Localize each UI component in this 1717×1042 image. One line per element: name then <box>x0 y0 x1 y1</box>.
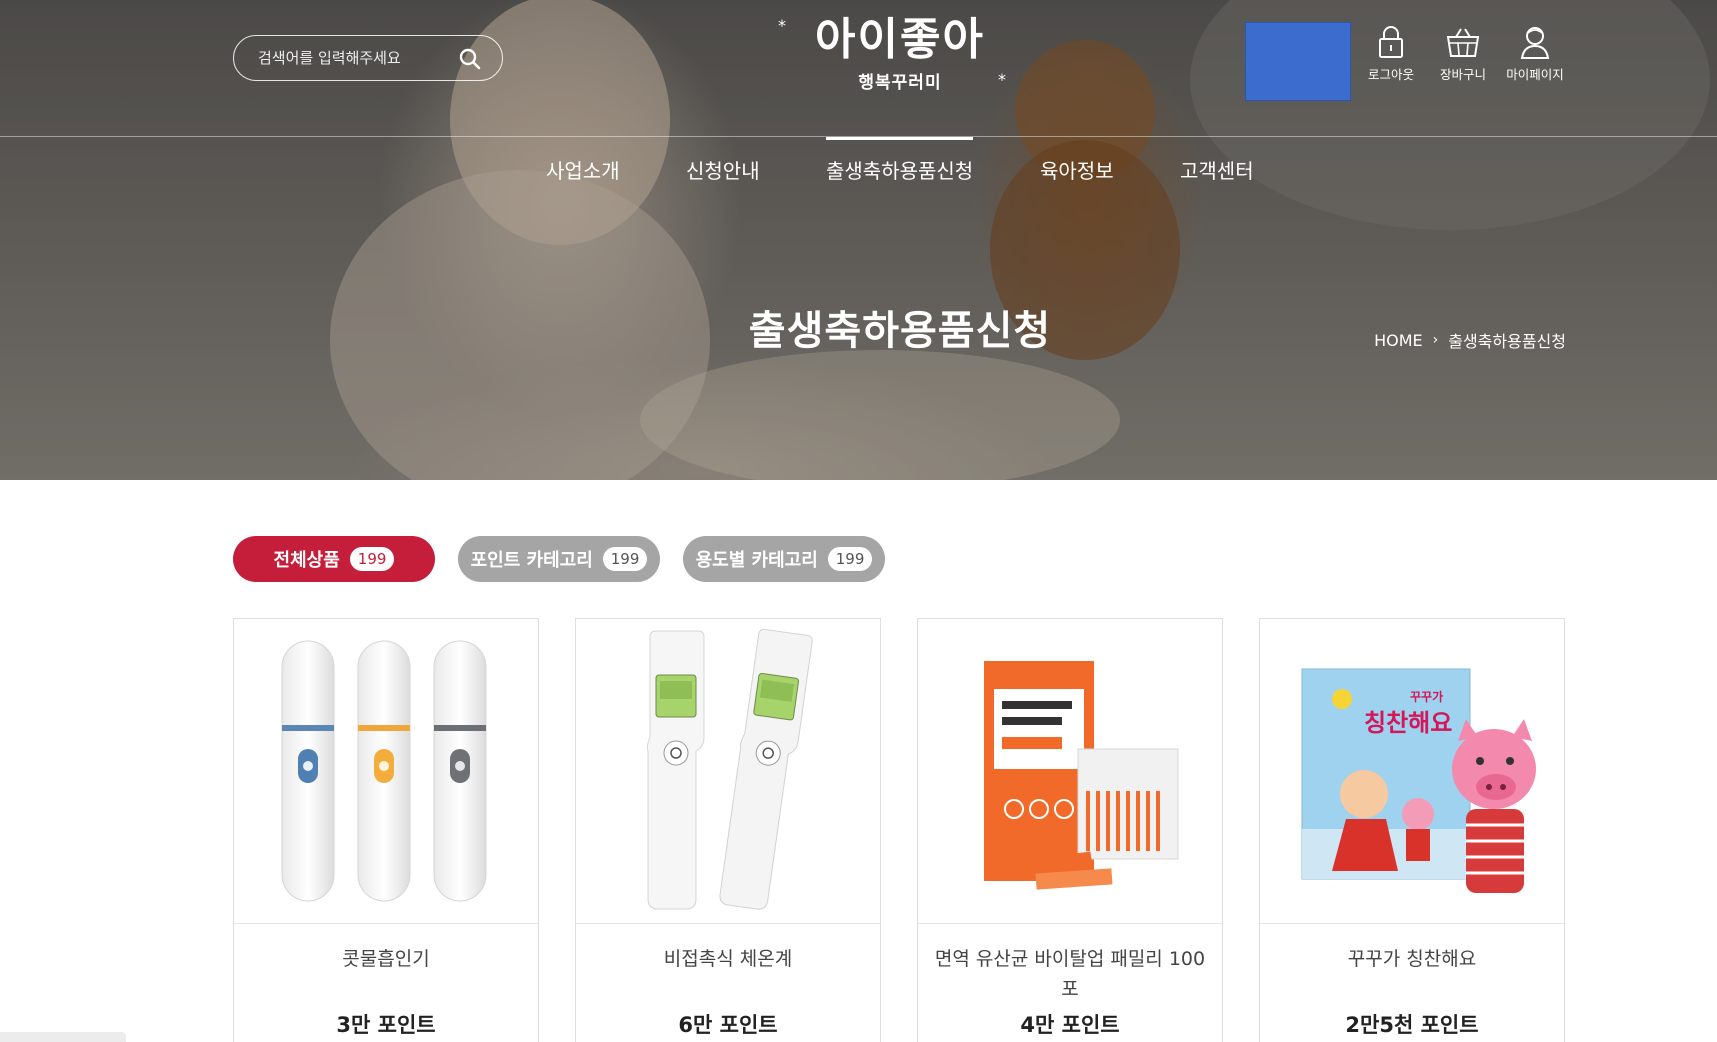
site-logo[interactable]: * 아이좋아 행복꾸러미 * <box>778 14 1020 104</box>
tab-count-badge: 199 <box>827 547 873 571</box>
mypage-label: 마이페이지 <box>1506 67 1564 82</box>
mypage-button[interactable]: 마이페이지 <box>1500 24 1570 83</box>
breadcrumb: HOME › 출생축하용품신청 <box>1374 328 1566 352</box>
breadcrumb-home[interactable]: HOME <box>1374 331 1423 350</box>
tab-all-products[interactable]: 전체상품 199 <box>233 536 435 582</box>
product-name: 비접촉식 체온계 <box>663 948 793 970</box>
search-icon[interactable] <box>458 47 482 71</box>
nav-item-business-intro[interactable]: 사업소개 <box>546 155 620 184</box>
nav-item-customer-center[interactable]: 고객센터 <box>1180 155 1254 184</box>
probiotics-box-image <box>984 661 1179 890</box>
product-points: 3만 포인트 <box>336 1013 436 1037</box>
star-icon: * <box>998 70 1006 89</box>
tab-count-badge: 199 <box>602 547 648 571</box>
svg-text:꾸꾸가: 꾸꾸가 <box>1410 689 1443 704</box>
tab-count-badge: 199 <box>349 547 395 571</box>
cart-button[interactable]: 장바구니 <box>1428 24 1498 83</box>
product-image <box>576 619 880 924</box>
product-name: 꾸꾸가 칭찬해요 <box>1347 948 1477 970</box>
product-card[interactable]: 면역 유산균 바이탈업 패밀리 100포 4만 포인트 <box>917 618 1223 1042</box>
logo-sub-text: 행복꾸러미 <box>858 73 942 93</box>
product-image <box>918 619 1222 924</box>
logout-button[interactable]: 로그아웃 <box>1356 24 1426 83</box>
product-card[interactable]: 비접촉식 체온계 6만 포인트 <box>575 618 881 1042</box>
search-box <box>233 35 503 81</box>
star-icon: * <box>778 16 786 35</box>
search-input[interactable] <box>258 49 448 67</box>
breadcrumb-current: 출생축하용품신청 <box>1448 332 1566 351</box>
product-points: 2만5천 포인트 <box>1345 1013 1479 1037</box>
product-name: 콧물흡인기 <box>342 948 430 970</box>
user-icon <box>1520 27 1550 59</box>
main-navigation: 사업소개 신청안내 출생축하용품신청 육아정보 고객센터 <box>0 155 1717 185</box>
product-points: 4만 포인트 <box>1020 1013 1120 1037</box>
tab-usage-category[interactable]: 용도별 카테고리 199 <box>683 536 885 582</box>
logout-label: 로그아웃 <box>1367 67 1414 82</box>
thermometer-image <box>646 628 813 910</box>
nasal-aspirator-image <box>281 640 487 902</box>
logo-main-text: 아이좋아 <box>815 14 985 65</box>
product-card[interactable]: 꾸꾸가 칭찬해요 꾸꾸가 칭찬해요 2만5천 포인트 <box>1259 618 1565 1042</box>
nav-item-gift-application[interactable]: 출생축하용품신청 <box>826 155 973 184</box>
banner-placeholder-box[interactable] <box>1245 22 1351 101</box>
tab-label: 용도별 카테고리 <box>695 550 818 571</box>
svg-text:칭찬해요: 칭찬해요 <box>1364 709 1452 737</box>
basket-icon <box>1446 28 1480 57</box>
cart-label: 장바구니 <box>1439 67 1486 82</box>
product-name: 면역 유산균 바이탈업 패밀리 100포 <box>934 948 1206 1000</box>
lock-icon <box>1379 26 1403 58</box>
chevron-right-icon: › <box>1432 332 1439 348</box>
tab-label: 전체상품 <box>273 550 340 571</box>
tab-label: 포인트 카테고리 <box>470 550 593 571</box>
nav-item-application-guide[interactable]: 신청안내 <box>686 155 760 184</box>
tab-point-category[interactable]: 포인트 카테고리 199 <box>458 536 660 582</box>
nav-item-parenting-info[interactable]: 육아정보 <box>1040 155 1114 184</box>
browser-status-bar <box>0 1032 126 1042</box>
product-points: 6만 포인트 <box>678 1013 778 1037</box>
picture-book-image: 꾸꾸가 칭찬해요 <box>1301 668 1536 893</box>
product-image <box>234 619 538 924</box>
product-image: 꾸꾸가 칭찬해요 <box>1260 619 1564 924</box>
hero-banner: * 아이좋아 행복꾸러미 * 로그아웃 장바구니 마이페이지 <box>0 0 1717 480</box>
product-card[interactable]: 콧물흡인기 3만 포인트 <box>233 618 539 1042</box>
gnb-active-indicator <box>826 137 973 140</box>
